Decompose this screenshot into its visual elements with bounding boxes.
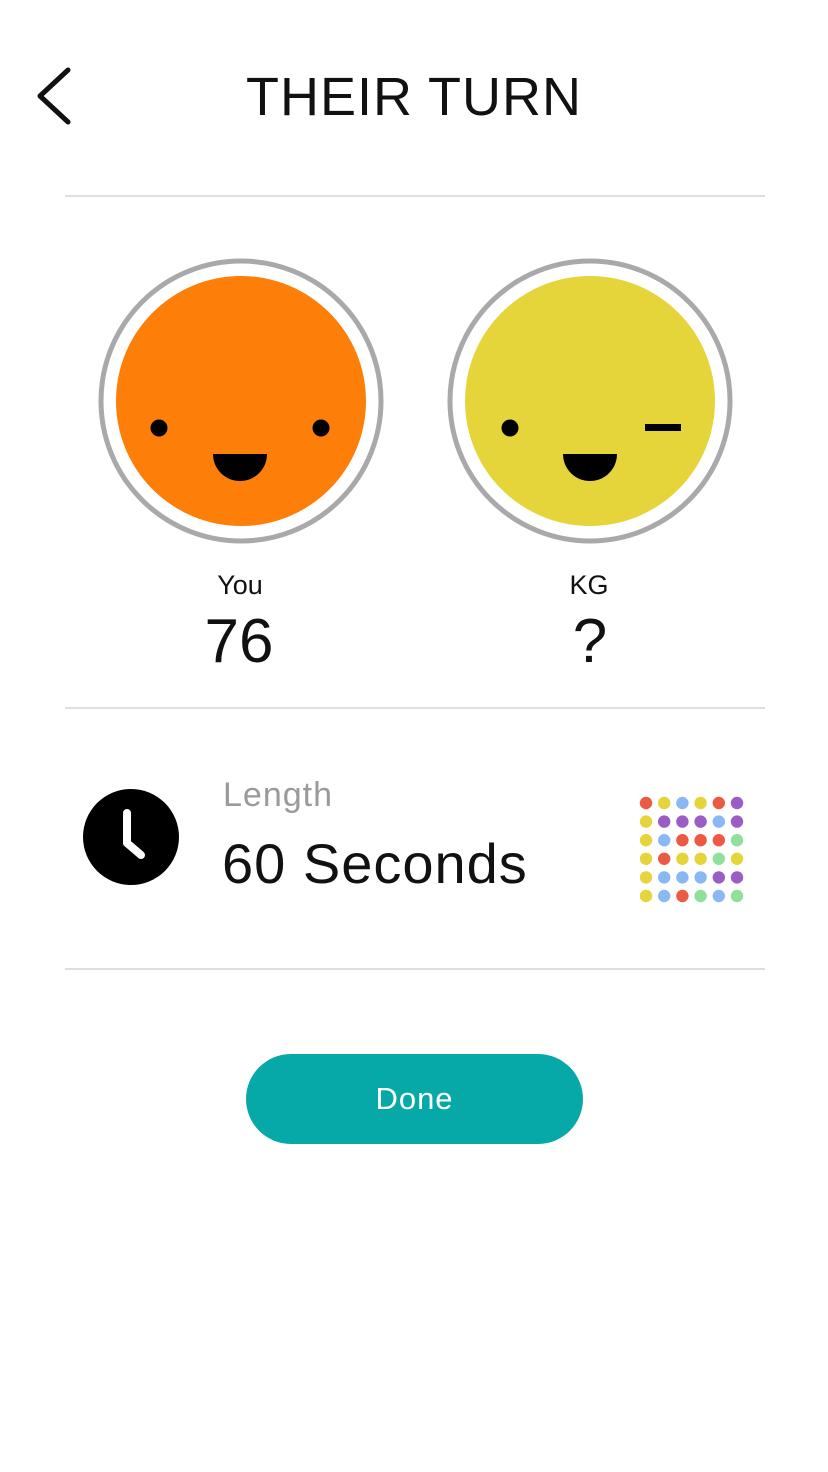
dots-grid-icon (638, 796, 748, 904)
board-dot (694, 796, 707, 810)
board-dot (730, 796, 744, 810)
board-dot (730, 834, 744, 847)
player-avatar-you (96, 256, 386, 546)
board-dot (639, 852, 653, 865)
length-label: Length (223, 776, 333, 814)
board-dot (712, 871, 725, 884)
board-dot (658, 889, 671, 903)
board-dot (712, 852, 725, 865)
board-dot (676, 871, 689, 884)
clock-icon (81, 787, 181, 887)
board-dot (730, 889, 744, 903)
length-value: 60 Seconds (222, 832, 528, 895)
player-score-opponent: ? (572, 607, 608, 676)
board-dot (694, 852, 707, 865)
player-score-you: 76 (204, 607, 274, 676)
board-dot (694, 815, 707, 828)
player-name-you: You (217, 570, 263, 600)
page-title: THEIR TURN (245, 67, 582, 127)
board-dot (658, 796, 671, 810)
board-dot (676, 852, 689, 865)
board-dot (694, 834, 707, 847)
player-name-opponent: KG (569, 570, 609, 600)
board-dot (639, 815, 653, 828)
board-dot (694, 889, 707, 903)
board-dot (658, 871, 671, 884)
board-dot (676, 796, 689, 810)
board-dot (639, 796, 653, 810)
board-dot (676, 834, 689, 847)
board-dot (712, 815, 725, 828)
board-dot (712, 834, 725, 847)
board-dot (639, 889, 653, 903)
board-dot (658, 852, 671, 865)
done-button[interactable]: Done (246, 1054, 583, 1144)
board-dot (712, 796, 725, 810)
divider (65, 707, 765, 709)
board-dot (676, 815, 689, 828)
board-dot (639, 834, 653, 847)
board-dot (730, 871, 744, 884)
divider (65, 195, 765, 197)
board-dot (730, 815, 744, 828)
board-dot (676, 889, 689, 903)
board-dot (639, 871, 653, 884)
board-dot (712, 889, 725, 903)
board-dot (658, 815, 671, 828)
board-dot (694, 871, 707, 884)
board-dot (730, 852, 744, 865)
divider (65, 968, 765, 970)
player-avatar-opponent (445, 256, 735, 546)
board-dot (658, 834, 671, 847)
